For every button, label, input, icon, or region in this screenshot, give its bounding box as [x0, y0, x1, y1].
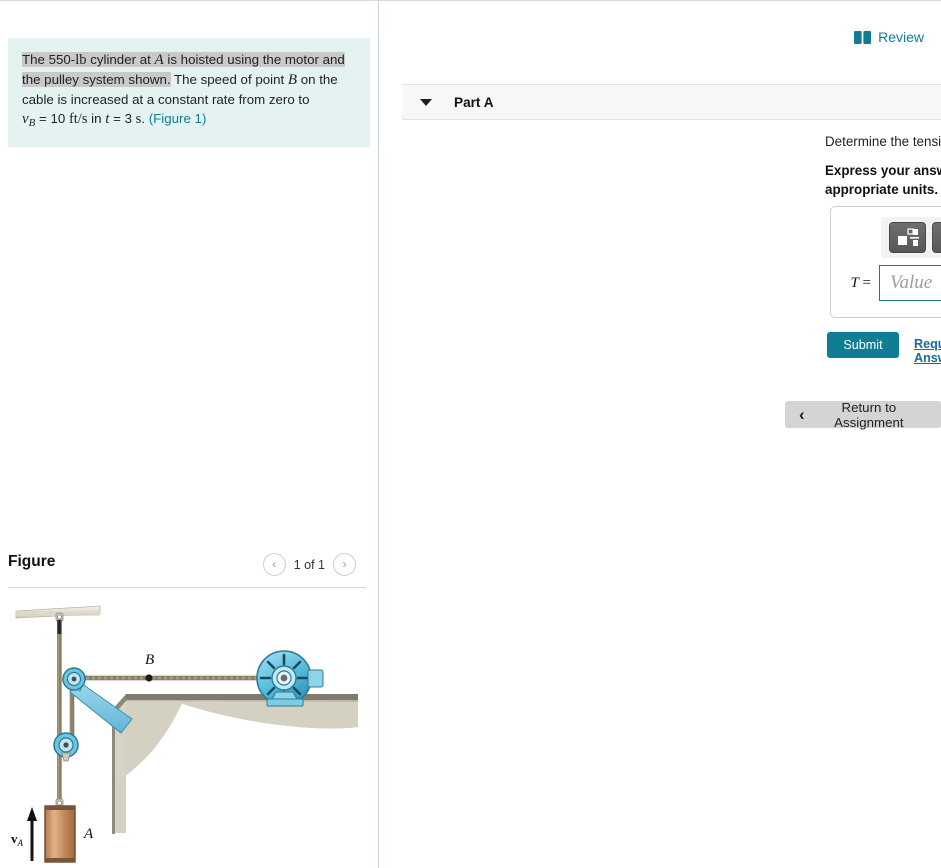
caret-down-icon[interactable]	[420, 98, 432, 106]
problem-text-4: The speed of point	[170, 72, 288, 87]
problem-period: .	[141, 111, 146, 126]
cable-vertical-left	[57, 619, 62, 747]
figure-title: Figure	[8, 553, 56, 570]
figure-prev-button[interactable]: ‹	[262, 553, 286, 576]
problem-eq-2: = 3	[113, 111, 132, 126]
question-lead: Determine the tension in the cable at	[825, 134, 941, 149]
answer-entry-box: μÅ	[830, 206, 941, 318]
value-input[interactable]	[879, 265, 941, 301]
upper-pulley	[62, 667, 86, 691]
book-icon	[854, 30, 872, 44]
unit-lb: lb	[75, 52, 87, 68]
question-prompt: Determine the tension in the cable at B …	[825, 134, 941, 151]
cable-horizontal	[73, 675, 271, 681]
math-template-icon[interactable]	[889, 222, 926, 253]
figure-pager: ‹ 1 of 1 ›	[262, 553, 356, 576]
problem-panel: The 550-lb cylinder at A is hoisted usin…	[0, 1, 379, 868]
cylinder-a	[44, 805, 76, 863]
label-velocity-a: vA	[11, 831, 24, 848]
figure-link[interactable]: (Figure 1)	[149, 111, 207, 126]
return-to-assignment-button[interactable]: ‹ Return to Assignment	[785, 399, 941, 430]
figure-next-button[interactable]: ›	[333, 553, 356, 576]
variable-t: t	[105, 111, 110, 127]
answer-toolbar: μÅ	[881, 217, 941, 258]
answer-panel: Review Part A Determine the tension in t…	[380, 1, 941, 868]
submit-button[interactable]: Submit	[827, 332, 899, 358]
answer-instruction: Express your answer to three significant…	[825, 163, 941, 197]
request-answer-link[interactable]: Request Answer	[914, 337, 941, 365]
review-link[interactable]: Review	[854, 29, 924, 45]
velocity-arrow-a	[27, 807, 37, 861]
return-to-assignment-label: Return to Assignment	[834, 399, 904, 430]
chevron-left-icon: ‹	[799, 405, 805, 424]
figure-header: Figure ‹ 1 of 1 ›	[8, 549, 366, 587]
assignment-page: The 550-lb cylinder at A is hoisted usin…	[0, 0, 941, 868]
label-point-b: B	[145, 652, 154, 668]
variable-b: B	[287, 72, 298, 88]
variable-a: A	[154, 52, 164, 68]
part-a-header[interactable]: Part A	[402, 84, 941, 120]
unit-ft-per-s: ft/s	[68, 111, 88, 127]
problem-in-word: in	[91, 111, 102, 126]
variable-vb: vB	[22, 111, 36, 130]
answer-input-row: T =	[843, 265, 941, 301]
figure-page-count: 1 of 1	[293, 557, 325, 572]
problem-text-1: The 550-	[22, 52, 76, 67]
part-a-title: Part A	[454, 94, 494, 110]
problem-statement: The 550-lb cylinder at A is hoisted usin…	[8, 38, 370, 148]
problem-eq-1: = 10	[38, 111, 66, 126]
figure-diagram: B A vA	[11, 605, 358, 863]
problem-text-2: cylinder at	[86, 52, 155, 67]
label-point-a: A	[83, 826, 94, 842]
math-template-glyph	[897, 227, 919, 246]
units-mu-angstrom-button[interactable]: μÅ	[932, 222, 941, 253]
review-label: Review	[878, 29, 924, 45]
cable-top-fitting	[57, 620, 62, 634]
figure-divider	[8, 587, 366, 588]
tension-label: T =	[850, 274, 871, 291]
